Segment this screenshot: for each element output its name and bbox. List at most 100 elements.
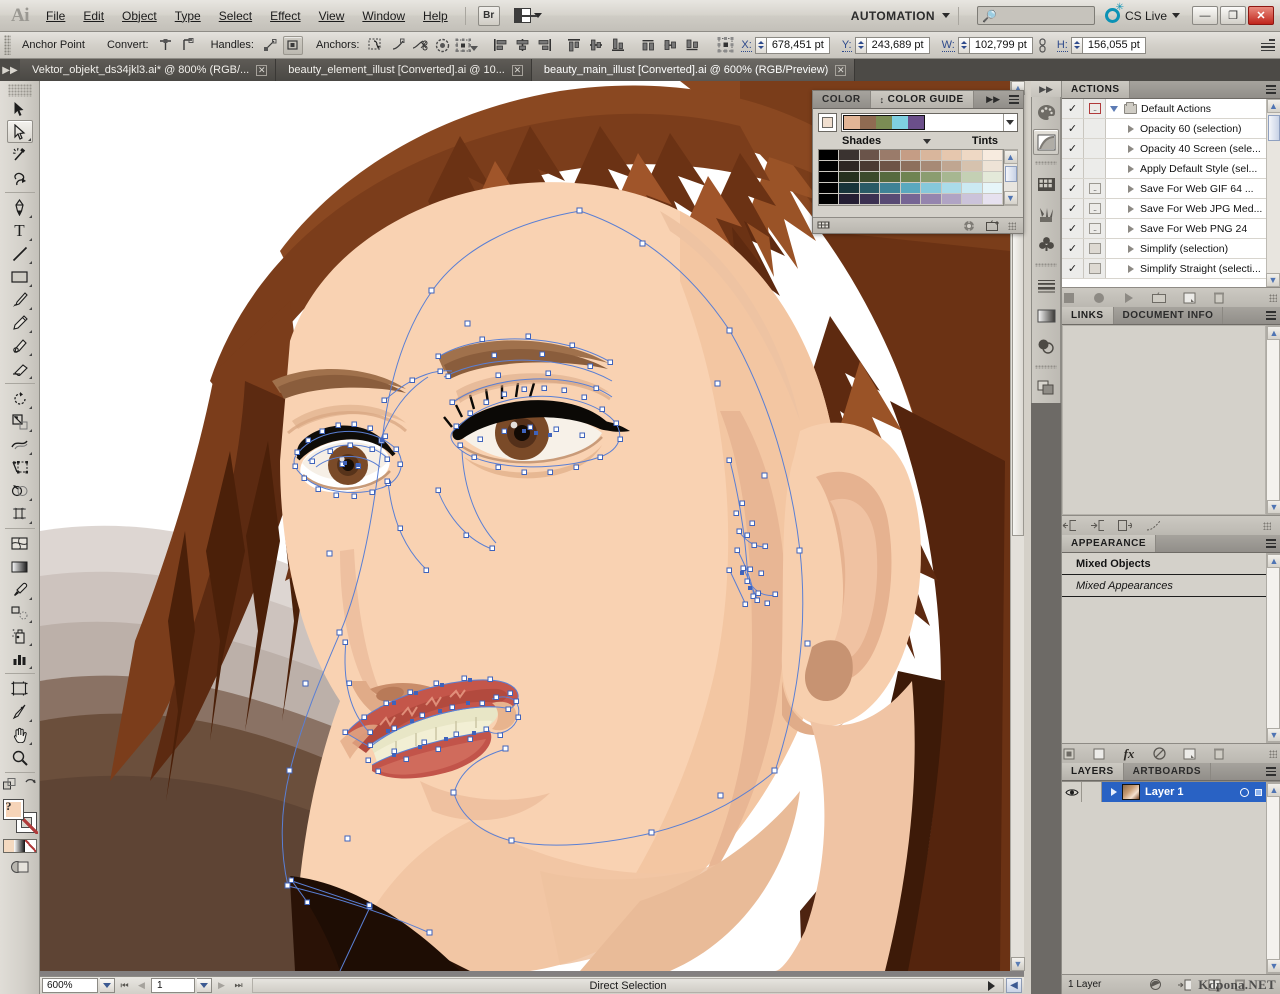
action-dialog-toggle[interactable]: . xyxy=(1084,259,1106,278)
cs-live-button[interactable]: CS Live xyxy=(1104,2,1180,23)
next-artboard-button[interactable]: ▶ xyxy=(214,978,229,993)
scroll-down-icon[interactable]: ▼ xyxy=(1011,957,1025,971)
harmony-swatch-4[interactable] xyxy=(892,116,908,129)
record-icon[interactable] xyxy=(1092,291,1106,305)
tab-color[interactable]: COLOR xyxy=(813,91,871,108)
eraser-tool[interactable] xyxy=(7,357,33,380)
type-tool[interactable]: T xyxy=(7,219,33,242)
action-set-row[interactable]: ✓ ... Default Actions xyxy=(1062,99,1280,119)
swap-fill-stroke-icon[interactable] xyxy=(2,778,18,795)
x-stepper[interactable] xyxy=(754,36,766,54)
action-toggle[interactable]: ✓ xyxy=(1062,219,1084,238)
align-top-icon[interactable] xyxy=(564,36,584,55)
color-guide-panel-icon[interactable] xyxy=(1033,129,1059,155)
links-panel-menu-icon[interactable] xyxy=(1262,307,1280,324)
transform-reference-point-icon[interactable] xyxy=(716,36,736,55)
scroll-thumb[interactable] xyxy=(1267,115,1280,141)
artboard-number-input[interactable]: 1 xyxy=(151,978,195,993)
search-input[interactable]: 🔍 xyxy=(976,6,1095,25)
scroll-down-icon[interactable]: ▼ xyxy=(1267,500,1280,514)
delete-item-icon[interactable] xyxy=(1212,747,1226,761)
brushes-panel-icon[interactable] xyxy=(1033,201,1059,227)
panel-resize-grip[interactable] xyxy=(1269,749,1277,758)
expand-icon[interactable] xyxy=(1128,264,1134,273)
scroll-up-icon[interactable]: ▲ xyxy=(1267,554,1280,568)
action-toggle[interactable]: ✓ xyxy=(1062,179,1084,198)
actions-panel-menu-icon[interactable] xyxy=(1262,81,1280,98)
layer-name[interactable]: Layer 1 xyxy=(1145,786,1184,798)
action-row[interactable]: ✓ ... Save For Web GIF 64 ... xyxy=(1062,179,1280,199)
color-panel-icon[interactable] xyxy=(1033,99,1059,125)
action-row[interactable]: ✓ . Simplify (selection) xyxy=(1062,239,1280,259)
eye-icon[interactable] xyxy=(1062,782,1082,802)
collapse-panel-icon[interactable]: ▶▶ xyxy=(981,91,1005,108)
align-right-icon[interactable] xyxy=(534,36,554,55)
expand-icon[interactable] xyxy=(1111,788,1117,796)
remove-selected-anchors-icon[interactable] xyxy=(366,36,386,55)
duplicate-item-icon[interactable] xyxy=(1182,747,1196,761)
make-clipping-mask-icon[interactable] xyxy=(1149,978,1163,992)
appearance-row-appearances[interactable]: Mixed Appearances xyxy=(1062,575,1266,597)
color-mode-buttons[interactable] xyxy=(2,839,37,853)
action-toggle[interactable]: ✓ xyxy=(1062,139,1084,158)
mesh-tool[interactable] xyxy=(7,532,33,555)
action-dialog-toggle[interactable] xyxy=(1084,119,1106,138)
w-stepper[interactable] xyxy=(957,36,969,54)
gradient-panel-icon[interactable] xyxy=(1033,303,1059,329)
x-input[interactable]: 678,451 pt xyxy=(765,36,830,54)
harmony-swatch-3[interactable] xyxy=(876,116,892,129)
go-to-bridge-icon[interactable]: Br xyxy=(477,5,500,26)
pen-tool[interactable] xyxy=(7,196,33,219)
screen-mode-button[interactable] xyxy=(3,859,37,877)
action-row[interactable]: ✓ ... Save For Web PNG 24 xyxy=(1062,219,1280,239)
column-graph-tool[interactable] xyxy=(7,647,33,670)
links-list[interactable]: ▲ ▼ xyxy=(1062,325,1280,515)
expand-panels-icon[interactable]: ▶▶ xyxy=(1031,81,1061,97)
tab-document-info[interactable]: DOCUMENT INFO xyxy=(1113,307,1224,324)
layers-scrollbar[interactable]: ▲ ▼ xyxy=(1266,782,1280,974)
distribute-center-vertical-icon[interactable] xyxy=(660,36,680,55)
fill-color-swatch[interactable]: ? xyxy=(2,799,24,820)
close-icon[interactable]: ✕ xyxy=(511,64,523,76)
menu-effect[interactable]: Effect xyxy=(261,5,309,27)
action-dialog-toggle[interactable]: . xyxy=(1084,239,1106,258)
menu-view[interactable]: View xyxy=(310,5,354,27)
tab-bar-grip[interactable]: ▶▶ xyxy=(0,59,20,81)
save-color-group-icon[interactable] xyxy=(986,219,1000,233)
action-row[interactable]: ✓ Opacity 40 Screen (sele... xyxy=(1062,139,1280,159)
constrain-proportions-icon[interactable] xyxy=(1037,36,1049,55)
width-tool[interactable] xyxy=(7,433,33,456)
appearance-row-objects[interactable]: Mixed Objects xyxy=(1062,553,1266,575)
align-left-icon[interactable] xyxy=(490,36,510,55)
selection-tool[interactable] xyxy=(7,97,33,120)
harmony-swatch-2[interactable] xyxy=(860,116,876,129)
panel-resize-grip[interactable] xyxy=(1008,221,1016,230)
action-row[interactable]: ✓ Opacity 60 (selection) xyxy=(1062,119,1280,139)
show-bounding-box-icon[interactable] xyxy=(454,36,479,55)
tools-panel-grip[interactable] xyxy=(7,84,32,97)
control-bar-grip[interactable] xyxy=(4,35,11,55)
harmony-rule-field[interactable] xyxy=(841,113,1018,132)
scroll-down-icon[interactable]: ▼ xyxy=(1266,273,1280,287)
swatches-panel-icon[interactable] xyxy=(1033,171,1059,197)
close-button[interactable]: ✕ xyxy=(1248,6,1274,25)
panel-resize-grip[interactable] xyxy=(1263,521,1271,530)
delete-icon[interactable] xyxy=(1212,291,1226,305)
hand-tool[interactable] xyxy=(7,723,33,746)
variation-grid[interactable] xyxy=(818,149,1004,206)
create-new-sublayer-icon[interactable] xyxy=(1177,978,1192,992)
edit-colors-icon[interactable] xyxy=(962,219,976,233)
last-artboard-button[interactable]: ⏭ xyxy=(231,978,246,993)
direct-selection-tool[interactable] xyxy=(6,120,33,143)
isolate-selected-object-icon[interactable] xyxy=(432,36,452,55)
action-row[interactable]: ✓ ... Save For Web JPG Med... xyxy=(1062,199,1280,219)
actions-list[interactable]: ✓ ... Default Actions ✓ Opacity 60 (sele… xyxy=(1062,99,1280,287)
artboard-dropdown-icon[interactable] xyxy=(197,978,212,993)
action-set-toggle[interactable]: ✓ xyxy=(1062,99,1084,118)
action-toggle[interactable]: ✓ xyxy=(1062,239,1084,258)
zoom-tool[interactable] xyxy=(7,746,33,769)
h-input[interactable]: 156,055 pt xyxy=(1081,36,1146,54)
update-link-icon[interactable] xyxy=(1118,519,1132,533)
document-tab-1[interactable]: Vektor_objekt_ds34jkl3.ai* @ 800% (RGB/.… xyxy=(20,59,277,81)
arrange-documents-button[interactable] xyxy=(513,8,542,23)
